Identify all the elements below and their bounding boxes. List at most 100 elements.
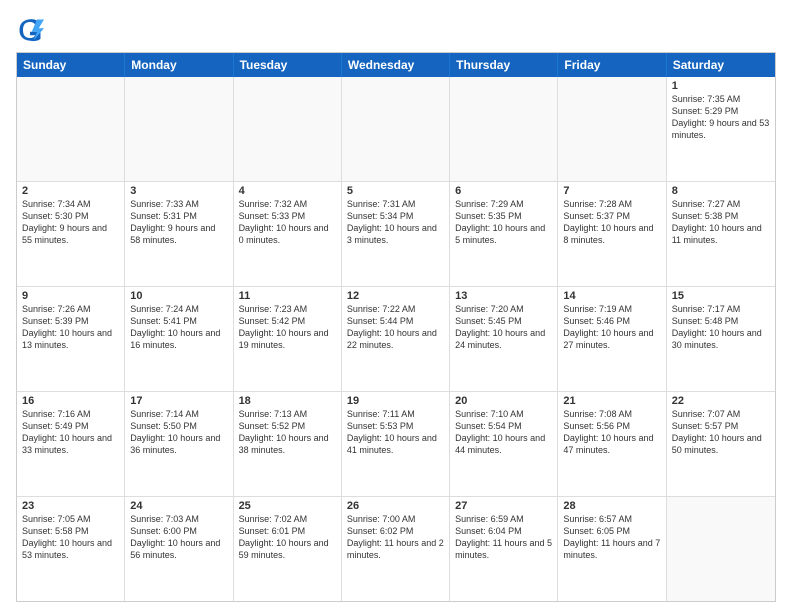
day-number: 28 (563, 500, 660, 512)
day-number: 14 (563, 290, 660, 302)
calendar-header-cell: Monday (125, 53, 233, 77)
calendar-day-cell: 20Sunrise: 7:10 AM Sunset: 5:54 PM Dayli… (450, 392, 558, 496)
calendar-header-cell: Saturday (667, 53, 775, 77)
calendar-day-cell: 9Sunrise: 7:26 AM Sunset: 5:39 PM Daylig… (17, 287, 125, 391)
calendar-body: 1Sunrise: 7:35 AM Sunset: 5:29 PM Daylig… (17, 77, 775, 601)
day-info: Sunrise: 7:17 AM Sunset: 5:48 PM Dayligh… (672, 303, 770, 352)
calendar-header-cell: Wednesday (342, 53, 450, 77)
day-info: Sunrise: 7:08 AM Sunset: 5:56 PM Dayligh… (563, 408, 660, 457)
calendar-day-cell: 2Sunrise: 7:34 AM Sunset: 5:30 PM Daylig… (17, 182, 125, 286)
calendar-day-cell: 25Sunrise: 7:02 AM Sunset: 6:01 PM Dayli… (234, 497, 342, 601)
calendar-day-cell: 17Sunrise: 7:14 AM Sunset: 5:50 PM Dayli… (125, 392, 233, 496)
calendar-empty-cell (125, 77, 233, 181)
day-info: Sunrise: 7:20 AM Sunset: 5:45 PM Dayligh… (455, 303, 552, 352)
calendar-day-cell: 3Sunrise: 7:33 AM Sunset: 5:31 PM Daylig… (125, 182, 233, 286)
day-number: 26 (347, 500, 444, 512)
calendar-empty-cell (17, 77, 125, 181)
calendar-day-cell: 24Sunrise: 7:03 AM Sunset: 6:00 PM Dayli… (125, 497, 233, 601)
day-info: Sunrise: 6:57 AM Sunset: 6:05 PM Dayligh… (563, 513, 660, 562)
calendar-week-row: 9Sunrise: 7:26 AM Sunset: 5:39 PM Daylig… (17, 287, 775, 392)
calendar-header-cell: Friday (558, 53, 666, 77)
calendar-day-cell: 12Sunrise: 7:22 AM Sunset: 5:44 PM Dayli… (342, 287, 450, 391)
day-number: 19 (347, 395, 444, 407)
day-info: Sunrise: 7:32 AM Sunset: 5:33 PM Dayligh… (239, 198, 336, 247)
day-info: Sunrise: 7:28 AM Sunset: 5:37 PM Dayligh… (563, 198, 660, 247)
calendar-week-row: 2Sunrise: 7:34 AM Sunset: 5:30 PM Daylig… (17, 182, 775, 287)
day-info: Sunrise: 7:31 AM Sunset: 5:34 PM Dayligh… (347, 198, 444, 247)
calendar-day-cell: 7Sunrise: 7:28 AM Sunset: 5:37 PM Daylig… (558, 182, 666, 286)
calendar-day-cell: 15Sunrise: 7:17 AM Sunset: 5:48 PM Dayli… (667, 287, 775, 391)
day-info: Sunrise: 7:16 AM Sunset: 5:49 PM Dayligh… (22, 408, 119, 457)
day-number: 23 (22, 500, 119, 512)
day-info: Sunrise: 7:05 AM Sunset: 5:58 PM Dayligh… (22, 513, 119, 562)
day-number: 24 (130, 500, 227, 512)
day-number: 27 (455, 500, 552, 512)
day-number: 11 (239, 290, 336, 302)
calendar-day-cell: 19Sunrise: 7:11 AM Sunset: 5:53 PM Dayli… (342, 392, 450, 496)
day-info: Sunrise: 7:33 AM Sunset: 5:31 PM Dayligh… (130, 198, 227, 247)
day-number: 3 (130, 185, 227, 197)
logo-icon (16, 16, 44, 44)
calendar-day-cell: 8Sunrise: 7:27 AM Sunset: 5:38 PM Daylig… (667, 182, 775, 286)
page-header (16, 16, 776, 44)
day-info: Sunrise: 7:00 AM Sunset: 6:02 PM Dayligh… (347, 513, 444, 562)
day-info: Sunrise: 7:27 AM Sunset: 5:38 PM Dayligh… (672, 198, 770, 247)
calendar-day-cell: 21Sunrise: 7:08 AM Sunset: 5:56 PM Dayli… (558, 392, 666, 496)
day-info: Sunrise: 7:07 AM Sunset: 5:57 PM Dayligh… (672, 408, 770, 457)
day-number: 16 (22, 395, 119, 407)
calendar-empty-cell (558, 77, 666, 181)
day-info: Sunrise: 7:24 AM Sunset: 5:41 PM Dayligh… (130, 303, 227, 352)
day-info: Sunrise: 7:29 AM Sunset: 5:35 PM Dayligh… (455, 198, 552, 247)
day-number: 20 (455, 395, 552, 407)
logo (16, 16, 48, 44)
calendar-week-row: 16Sunrise: 7:16 AM Sunset: 5:49 PM Dayli… (17, 392, 775, 497)
day-number: 13 (455, 290, 552, 302)
calendar-header-cell: Tuesday (234, 53, 342, 77)
day-info: Sunrise: 7:26 AM Sunset: 5:39 PM Dayligh… (22, 303, 119, 352)
day-number: 4 (239, 185, 336, 197)
day-number: 2 (22, 185, 119, 197)
day-info: Sunrise: 7:35 AM Sunset: 5:29 PM Dayligh… (672, 93, 770, 142)
calendar-day-cell: 5Sunrise: 7:31 AM Sunset: 5:34 PM Daylig… (342, 182, 450, 286)
day-info: Sunrise: 7:10 AM Sunset: 5:54 PM Dayligh… (455, 408, 552, 457)
day-number: 8 (672, 185, 770, 197)
calendar-header-cell: Sunday (17, 53, 125, 77)
calendar-day-cell: 22Sunrise: 7:07 AM Sunset: 5:57 PM Dayli… (667, 392, 775, 496)
calendar-day-cell: 13Sunrise: 7:20 AM Sunset: 5:45 PM Dayli… (450, 287, 558, 391)
calendar-week-row: 1Sunrise: 7:35 AM Sunset: 5:29 PM Daylig… (17, 77, 775, 182)
day-info: Sunrise: 7:22 AM Sunset: 5:44 PM Dayligh… (347, 303, 444, 352)
calendar-day-cell: 10Sunrise: 7:24 AM Sunset: 5:41 PM Dayli… (125, 287, 233, 391)
day-number: 10 (130, 290, 227, 302)
day-info: Sunrise: 7:23 AM Sunset: 5:42 PM Dayligh… (239, 303, 336, 352)
day-number: 15 (672, 290, 770, 302)
calendar-empty-cell (450, 77, 558, 181)
calendar-day-cell: 27Sunrise: 6:59 AM Sunset: 6:04 PM Dayli… (450, 497, 558, 601)
calendar-day-cell: 28Sunrise: 6:57 AM Sunset: 6:05 PM Dayli… (558, 497, 666, 601)
day-info: Sunrise: 7:14 AM Sunset: 5:50 PM Dayligh… (130, 408, 227, 457)
day-info: Sunrise: 7:02 AM Sunset: 6:01 PM Dayligh… (239, 513, 336, 562)
calendar-page: SundayMondayTuesdayWednesdayThursdayFrid… (0, 0, 792, 612)
calendar-day-cell: 16Sunrise: 7:16 AM Sunset: 5:49 PM Dayli… (17, 392, 125, 496)
day-number: 7 (563, 185, 660, 197)
day-info: Sunrise: 7:13 AM Sunset: 5:52 PM Dayligh… (239, 408, 336, 457)
calendar-day-cell: 26Sunrise: 7:00 AM Sunset: 6:02 PM Dayli… (342, 497, 450, 601)
calendar-week-row: 23Sunrise: 7:05 AM Sunset: 5:58 PM Dayli… (17, 497, 775, 601)
day-number: 25 (239, 500, 336, 512)
day-number: 22 (672, 395, 770, 407)
day-info: Sunrise: 7:03 AM Sunset: 6:00 PM Dayligh… (130, 513, 227, 562)
day-info: Sunrise: 6:59 AM Sunset: 6:04 PM Dayligh… (455, 513, 552, 562)
calendar-day-cell: 18Sunrise: 7:13 AM Sunset: 5:52 PM Dayli… (234, 392, 342, 496)
day-number: 9 (22, 290, 119, 302)
day-info: Sunrise: 7:34 AM Sunset: 5:30 PM Dayligh… (22, 198, 119, 247)
calendar-day-cell: 23Sunrise: 7:05 AM Sunset: 5:58 PM Dayli… (17, 497, 125, 601)
calendar-day-cell: 14Sunrise: 7:19 AM Sunset: 5:46 PM Dayli… (558, 287, 666, 391)
day-info: Sunrise: 7:11 AM Sunset: 5:53 PM Dayligh… (347, 408, 444, 457)
day-number: 6 (455, 185, 552, 197)
day-info: Sunrise: 7:19 AM Sunset: 5:46 PM Dayligh… (563, 303, 660, 352)
calendar-day-cell: 4Sunrise: 7:32 AM Sunset: 5:33 PM Daylig… (234, 182, 342, 286)
calendar-day-cell: 6Sunrise: 7:29 AM Sunset: 5:35 PM Daylig… (450, 182, 558, 286)
calendar-day-cell: 11Sunrise: 7:23 AM Sunset: 5:42 PM Dayli… (234, 287, 342, 391)
calendar-header-row: SundayMondayTuesdayWednesdayThursdayFrid… (17, 53, 775, 77)
day-number: 18 (239, 395, 336, 407)
calendar-empty-cell (342, 77, 450, 181)
